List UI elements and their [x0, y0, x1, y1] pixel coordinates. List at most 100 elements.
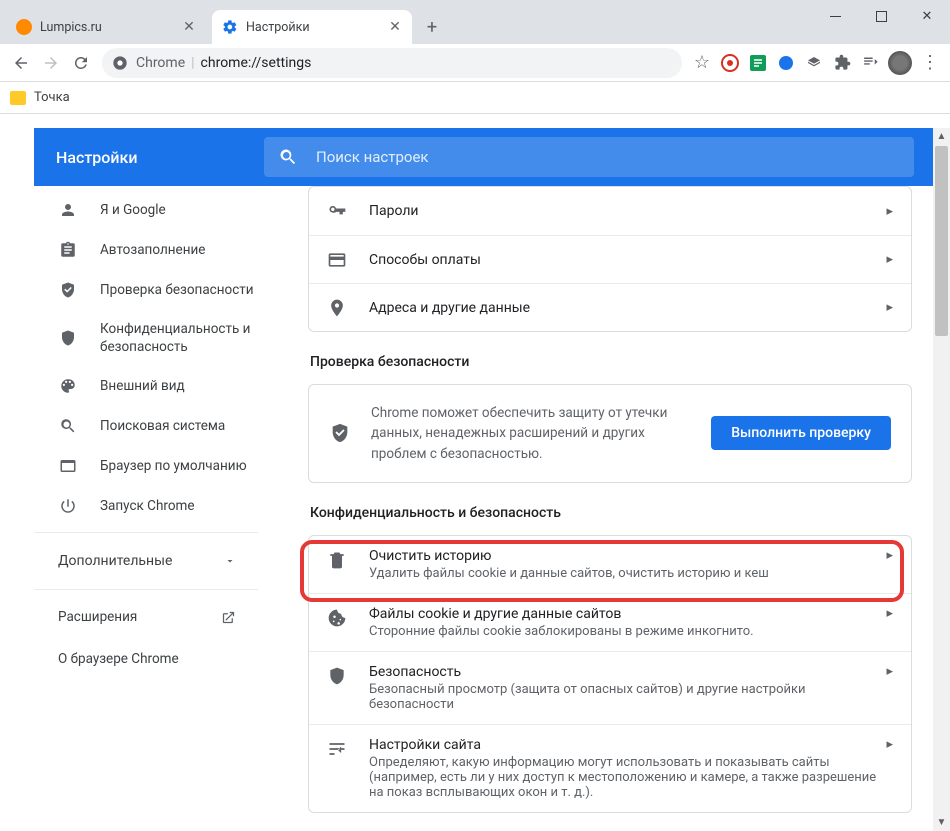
sidebar-item-label: Поисковая система: [100, 418, 225, 434]
row-clear-history[interactable]: Очистить историю Удалить файлы cookie и …: [309, 536, 911, 593]
row-subtitle: Сторонние файлы cookie заблокированы в р…: [369, 624, 886, 639]
safety-text: Chrome поможет обеспечить защиту от утеч…: [371, 403, 711, 464]
power-icon: [58, 496, 78, 516]
profile-avatar[interactable]: [888, 51, 912, 75]
clipboard-icon: [58, 240, 78, 260]
safety-card: Chrome поможет обеспечить защиту от утеч…: [308, 384, 912, 483]
chevron-right-icon: ▸: [886, 737, 893, 752]
reload-button[interactable]: [66, 48, 96, 78]
sidebar-separator: [34, 532, 258, 533]
credit-card-icon: [327, 250, 347, 270]
sidebar-item-safety[interactable]: Проверка безопасности: [34, 270, 258, 310]
sidebar-more-label: Дополнительные: [58, 553, 172, 569]
settings-header: Настройки: [34, 128, 950, 186]
vertical-scrollbar[interactable]: ▲ ▼: [933, 128, 950, 831]
sidebar-item-label: Я и Google: [100, 202, 166, 218]
kebab-menu-icon[interactable]: ⋮: [916, 52, 944, 73]
privacy-heading: Конфиденциальность и безопасность: [310, 505, 912, 521]
safety-check-button[interactable]: Выполнить проверку: [711, 416, 891, 450]
url-prefix: Chrome: [136, 55, 185, 71]
bookmark-folder[interactable]: Точка: [10, 90, 70, 105]
close-icon[interactable]: ✕: [182, 20, 196, 34]
palette-icon: [58, 376, 78, 396]
extension-icon-4[interactable]: [800, 49, 828, 77]
minimize-button[interactable]: [812, 0, 858, 32]
settings-content: Я и Google Автозаполнение Проверка безоп…: [34, 186, 950, 831]
back-button[interactable]: [6, 48, 36, 78]
row-subtitle: Удалить файлы cookie и данные сайтов, оч…: [369, 566, 886, 581]
bookmarks-bar: Точка: [0, 82, 950, 114]
sidebar-item-you-and-google[interactable]: Я и Google: [34, 190, 258, 230]
folder-icon: [10, 91, 26, 105]
extension-icon-1[interactable]: [716, 49, 744, 77]
left-gutter: [0, 128, 34, 831]
tab-lumpics[interactable]: Lumpics.ru ✕: [6, 10, 206, 44]
sidebar-extensions[interactable]: Расширения: [34, 596, 258, 638]
trash-icon: [327, 550, 347, 570]
sidebar-item-default-browser[interactable]: Браузер по умолчанию: [34, 446, 258, 486]
sidebar-item-on-startup[interactable]: Запуск Chrome: [34, 486, 258, 526]
row-title: Безопасность: [369, 664, 886, 680]
row-addresses[interactable]: Адреса и другие данные ▸: [309, 283, 911, 331]
settings-search[interactable]: [264, 137, 914, 177]
tab-settings[interactable]: Настройки ✕: [212, 10, 412, 44]
sidebar-item-autofill[interactable]: Автозаполнение: [34, 230, 258, 270]
favicon-lumpics: [16, 19, 32, 35]
person-icon: [58, 200, 78, 220]
settings-sidebar: Я и Google Автозаполнение Проверка безоп…: [34, 186, 258, 831]
scroll-thumb[interactable]: [935, 146, 948, 336]
row-title: Настройки сайта: [369, 737, 886, 753]
row-payment[interactable]: Способы оплаты ▸: [309, 235, 911, 283]
scroll-down-arrow[interactable]: ▼: [933, 814, 950, 831]
sidebar-item-appearance[interactable]: Внешний вид: [34, 366, 258, 406]
row-label: Адреса и другие данные: [369, 300, 886, 316]
chevron-right-icon: ▸: [886, 606, 893, 621]
browser-icon: [58, 456, 78, 476]
new-tab-button[interactable]: +: [418, 13, 446, 41]
row-title: Очистить историю: [369, 548, 886, 564]
close-window-button[interactable]: ✕: [904, 0, 950, 32]
row-subtitle: Определяют, какую информацию могут испол…: [369, 755, 886, 800]
privacy-card: Очистить историю Удалить файлы cookie и …: [308, 535, 912, 813]
extension-icon-3[interactable]: [772, 49, 800, 77]
sidebar-item-label: Внешний вид: [100, 378, 185, 394]
extensions-puzzle-icon[interactable]: [828, 49, 856, 77]
chevron-right-icon: ▸: [886, 300, 893, 315]
row-cookies[interactable]: Файлы cookie и другие данные сайтов Стор…: [309, 593, 911, 651]
row-passwords[interactable]: Пароли ▸: [309, 187, 911, 235]
url-path: chrome://settings: [201, 55, 312, 71]
row-label: Способы оплаты: [369, 252, 886, 268]
cookie-icon: [327, 608, 347, 628]
location-icon: [327, 298, 347, 318]
sidebar-advanced[interactable]: Дополнительные: [34, 539, 258, 583]
safety-heading: Проверка безопасности: [310, 354, 912, 370]
shield-check-icon: [58, 280, 78, 300]
close-icon[interactable]: ✕: [388, 20, 402, 34]
sidebar-item-label: Конфиденциальность и безопасность: [100, 320, 258, 356]
shield-check-icon: [329, 422, 351, 444]
search-input[interactable]: [316, 148, 900, 166]
chevron-right-icon: ▸: [886, 548, 893, 563]
address-bar[interactable]: Chrome | chrome://settings: [102, 48, 682, 78]
bookmark-star-icon[interactable]: ☆: [688, 49, 716, 77]
maximize-button[interactable]: [858, 0, 904, 32]
row-security[interactable]: Безопасность Безопасный просмотр (защита…: [309, 651, 911, 724]
tab-title: Lumpics.ru: [40, 20, 176, 35]
window-titlebar: Lumpics.ru ✕ Настройки ✕ + ✕: [0, 0, 950, 44]
sidebar-item-search[interactable]: Поисковая система: [34, 406, 258, 446]
forward-button[interactable]: [36, 48, 66, 78]
row-site-settings[interactable]: Настройки сайта Определяют, какую информ…: [309, 724, 911, 812]
search-icon: [58, 416, 78, 436]
external-link-icon: [221, 610, 236, 625]
row-label: Пароли: [369, 203, 886, 219]
row-title: Файлы cookie и другие данные сайтов: [369, 606, 886, 622]
sidebar-item-label: Браузер по умолчанию: [100, 458, 247, 474]
row-subtitle: Безопасный просмотр (защита от опасных с…: [369, 682, 886, 712]
window-controls: ✕: [812, 0, 950, 32]
reading-list-icon[interactable]: [856, 49, 884, 77]
sidebar-item-privacy[interactable]: Конфиденциальность и безопасность: [34, 310, 258, 366]
extension-icon-2[interactable]: [744, 49, 772, 77]
scroll-up-arrow[interactable]: ▲: [933, 128, 950, 145]
chevron-down-icon: [224, 555, 236, 567]
sidebar-about[interactable]: О браузере Chrome: [34, 638, 258, 680]
